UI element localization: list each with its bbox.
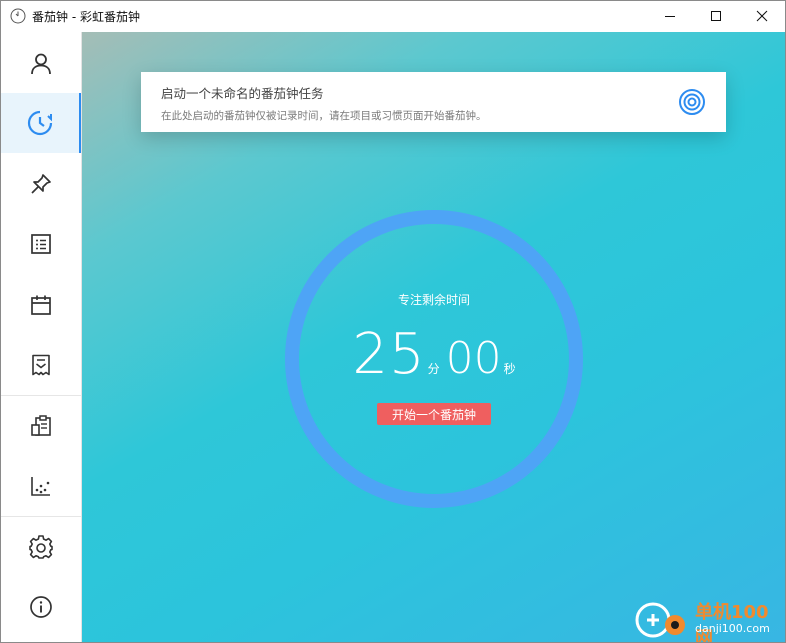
sidebar-item-pomodoro[interactable]	[1, 93, 81, 153]
target-icon[interactable]	[678, 88, 706, 116]
task-card-title: 启动一个未命名的番茄钟任务	[161, 86, 324, 101]
watermark-url: danji100.com	[695, 622, 770, 635]
focus-remaining-label: 专注剩余时间	[397, 293, 470, 307]
minimize-icon	[665, 16, 675, 17]
minimize-button[interactable]	[647, 1, 693, 31]
sidebar-item-settings[interactable]	[1, 517, 81, 577]
scatter-chart-icon	[31, 477, 50, 496]
sidebar-item-list[interactable]	[1, 214, 81, 274]
pin-icon	[31, 174, 51, 194]
maximize-button[interactable]	[693, 1, 739, 31]
watermark-icon	[635, 602, 685, 638]
list-icon	[31, 234, 51, 254]
start-pomodoro-button[interactable]: 开始一个番茄钟	[377, 403, 491, 425]
sidebar-item-projects[interactable]	[1, 396, 81, 456]
window-title: 番茄钟 - 彩虹番茄钟	[32, 9, 140, 24]
sidebar	[1, 32, 82, 642]
gear-icon	[29, 535, 53, 559]
timer-display: 25 分 00 秒	[284, 322, 584, 387]
timer-minutes-unit: 分	[427, 362, 440, 376]
watermark-text: 单机100网	[695, 602, 769, 642]
user-icon	[31, 53, 51, 75]
task-card[interactable]: 启动一个未命名的番茄钟任务 在此处启动的番茄钟仅被记录时间，请在项目或习惯页面开…	[141, 72, 726, 132]
close-button[interactable]	[739, 1, 785, 31]
timer-minutes: 25	[352, 322, 426, 387]
title-bar[interactable]: 番茄钟 - 彩虹番茄钟	[1, 1, 785, 31]
timer-seconds-unit: 秒	[503, 362, 516, 376]
sidebar-item-pin[interactable]	[1, 154, 81, 214]
task-card-subtitle: 在此处启动的番茄钟仅被记录时间，请在项目或习惯页面开始番茄钟。	[161, 110, 487, 122]
sidebar-item-records[interactable]	[1, 335, 81, 395]
close-icon	[756, 10, 768, 22]
maximize-icon	[711, 11, 721, 21]
window-controls	[647, 1, 785, 31]
document-icon	[32, 354, 50, 376]
sidebar-item-about[interactable]	[1, 577, 81, 637]
timer-seconds: 00	[445, 333, 502, 384]
sidebar-item-statistics[interactable]	[1, 456, 81, 516]
clock-icon	[27, 110, 53, 136]
sidebar-item-calendar[interactable]	[1, 275, 81, 335]
sidebar-item-profile[interactable]	[1, 34, 81, 94]
app-window: 番茄钟 - 彩虹番茄钟 启动一个未命名的番茄钟任务 在此处启动的番茄钟仅被记录时…	[0, 0, 786, 643]
watermark-logo: 单机100网 danji100.com	[631, 598, 779, 642]
main-panel: 启动一个未命名的番茄钟任务 在此处启动的番茄钟仅被记录时间，请在项目或习惯页面开…	[82, 32, 785, 642]
calendar-icon	[31, 295, 51, 315]
clipboard-icon	[31, 415, 51, 436]
info-icon	[30, 596, 52, 618]
app-clock-icon	[10, 8, 26, 24]
